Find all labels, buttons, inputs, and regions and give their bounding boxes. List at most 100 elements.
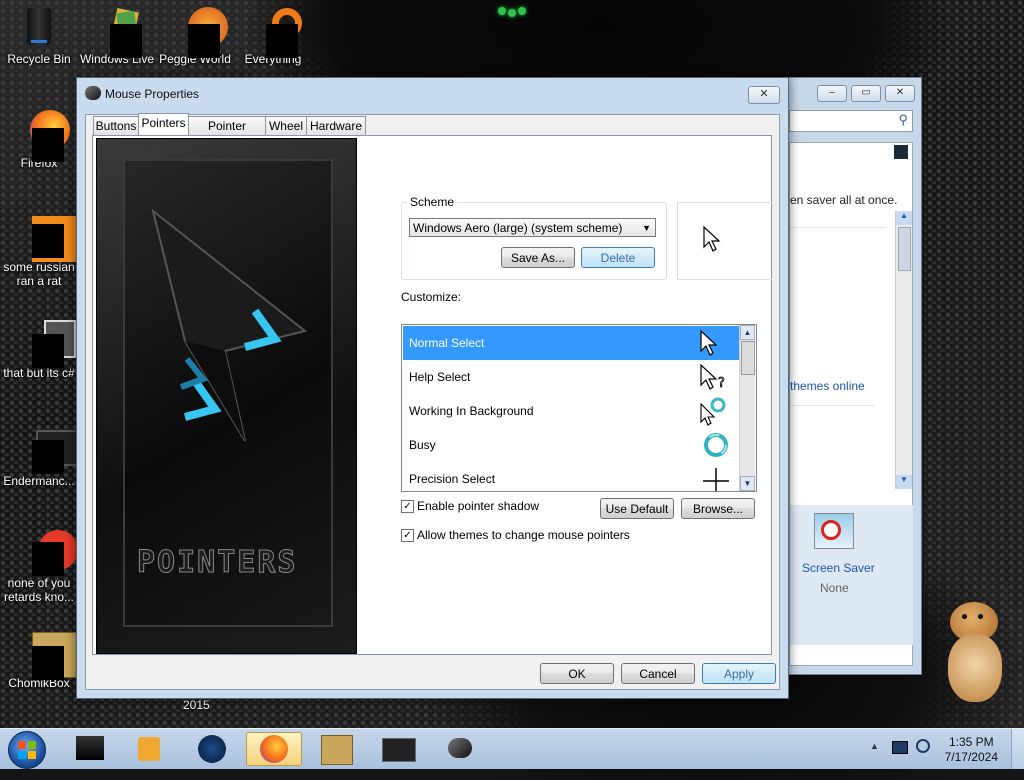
description-text: en saver all at once. (790, 193, 898, 207)
scroll-down-icon[interactable]: ▼ (740, 476, 755, 491)
taskbar-app-globe[interactable] (184, 732, 240, 766)
arrow-cursor-icon (703, 225, 721, 252)
taskbar-app-desktop[interactable] (62, 732, 118, 766)
scheme-selected: Windows Aero (large) (system scheme) (413, 221, 623, 235)
allow-themes-checkbox[interactable]: ✓ (401, 529, 414, 542)
desktop-icon-russian-rat[interactable]: some russian ran a rat (0, 214, 78, 288)
taskbar-app-chomikbox[interactable] (308, 732, 364, 766)
close-button[interactable]: ✕ (885, 85, 915, 102)
start-button[interactable] (8, 731, 46, 769)
taskbar-app-media-player[interactable] (122, 732, 178, 766)
app-icon (76, 736, 104, 760)
desktop-icon-windows-live[interactable]: Windows Live (78, 6, 156, 66)
tab-pointers[interactable]: Pointers (138, 113, 189, 136)
maximize-button[interactable]: ▭ (851, 85, 881, 102)
minimize-button[interactable]: – (817, 85, 847, 102)
app-icon (18, 530, 78, 576)
pointers-banner: POINTERS (96, 138, 357, 654)
use-default-button[interactable]: Use Default (600, 498, 674, 519)
file-icon (18, 214, 78, 262)
banner-frame: POINTERS (123, 159, 333, 627)
documents-icon (18, 320, 76, 368)
desktop-stray-label: 2015 (183, 698, 210, 712)
cancel-button[interactable]: Cancel (621, 663, 695, 684)
list-item[interactable]: Normal Select (403, 326, 739, 360)
list-item[interactable]: Busy (403, 428, 739, 462)
stylized-arrow-icon (151, 208, 308, 442)
network-icon[interactable] (892, 741, 908, 754)
firefox-icon (260, 735, 288, 763)
vertical-scrollbar[interactable]: ▲ ▼ (895, 211, 912, 489)
desktop-icon-chomikbox[interactable]: ChomikBox (0, 630, 80, 690)
scroll-up-icon[interactable]: ▲ (740, 325, 755, 340)
list-item[interactable]: Precision Select (403, 462, 739, 491)
list-item[interactable]: Help Select ? (403, 360, 739, 394)
status-led (508, 9, 516, 17)
search-input[interactable]: ⚲ (789, 110, 913, 132)
ok-button[interactable]: OK (540, 663, 614, 684)
desktop-icon-label: Recycle Bin (7, 52, 71, 66)
enable-shadow-checkbox[interactable]: ✓ (401, 500, 414, 513)
taskbar-app-mouse-properties[interactable] (432, 732, 488, 766)
enable-shadow-label: Enable pointer shadow (417, 499, 540, 513)
close-button[interactable]: ✕ (748, 86, 780, 104)
desktop-icon-label: none of you retards kno... (3, 576, 75, 604)
scroll-thumb[interactable] (741, 341, 755, 375)
media-player-icon (138, 737, 160, 761)
desktop-icon-label: that but its c# (3, 366, 75, 380)
chevron-down-icon: ▼ (642, 223, 651, 233)
scroll-thumb[interactable] (898, 227, 911, 271)
desktop-icon-endermanch[interactable]: Endermanc... (0, 428, 84, 488)
mouse-properties-dialog[interactable]: Mouse Properties ✕ Buttons Pointers Poin… (76, 77, 789, 699)
firefox-icon (18, 110, 70, 162)
desktop-icon-label: Endermanc... (3, 474, 75, 488)
desktop-icon-firefox[interactable]: Firefox (0, 110, 78, 170)
taskbar-app-window[interactable] (370, 732, 426, 766)
windows-live-icon (96, 6, 142, 58)
busy-ring-icon (704, 433, 728, 457)
list-item[interactable]: Working In Background (403, 394, 739, 428)
background-window[interactable]: – ▭ ✕ ⚲ en saver all at once. themes onl… (770, 77, 922, 675)
themes-online-link[interactable]: themes online (790, 379, 865, 393)
crosshair-icon (703, 468, 729, 491)
working-cursor-icon (700, 397, 726, 426)
tab-wheel[interactable]: Wheel (265, 116, 307, 135)
screen-saver-tile[interactable]: Screen Saver None (790, 505, 913, 645)
desktop-icon-csharp[interactable]: that but its c# (0, 320, 78, 380)
tab-hardware[interactable]: Hardware (306, 116, 366, 135)
scroll-up-icon[interactable]: ▲ (896, 211, 912, 225)
apply-button[interactable]: Apply (702, 663, 776, 684)
show-hidden-icons-icon[interactable]: ▲ (870, 741, 879, 751)
allow-themes-label: Allow themes to change mouse pointers (417, 528, 630, 542)
arrow-cursor-icon (700, 329, 718, 356)
taskbar: ▲ 1:35 PM 7/17/2024 (0, 728, 1024, 769)
screen-saver-label[interactable]: Screen Saver (802, 561, 875, 575)
help-cursor-icon: ? (700, 363, 725, 391)
show-desktop-button[interactable] (1011, 729, 1024, 769)
list-scrollbar[interactable]: ▲ ▼ (739, 325, 755, 491)
windows-logo-icon (18, 741, 36, 759)
taskbar-app-firefox[interactable] (246, 732, 302, 766)
scheme-dropdown[interactable]: Windows Aero (large) (system scheme) ▼ (409, 218, 656, 237)
hamster-gadget[interactable] (944, 596, 1006, 706)
scroll-down-icon[interactable]: ▼ (896, 475, 912, 489)
tab-pointer-options[interactable]: Pointer Options (188, 116, 266, 151)
everything-search-icon (252, 6, 302, 58)
dialog-title: Mouse Properties (105, 87, 200, 101)
system-clock[interactable]: 1:35 PM 7/17/2024 (945, 735, 998, 765)
desktop-icon-peggle-world[interactable]: Peggle World (156, 6, 234, 66)
desktop-icon-none-of-you[interactable]: none of you retards kno... (0, 530, 78, 604)
tab-buttons[interactable]: Buttons (93, 116, 139, 135)
volume-icon[interactable] (916, 739, 930, 753)
clock-date: 7/17/2024 (944, 750, 998, 764)
desktop-icon-recycle-bin[interactable]: Recycle Bin (0, 6, 78, 66)
desktop-icon-everything[interactable]: Everything (234, 6, 312, 66)
dialog-body: Buttons Pointers Pointer Options Wheel H… (85, 113, 780, 690)
save-as-button[interactable]: Save As... (501, 247, 575, 268)
customize-label: Customize: (401, 290, 462, 304)
delete-button[interactable]: Delete (581, 247, 655, 268)
recycle-bin-icon (18, 6, 60, 48)
browse-button[interactable]: Browse... (681, 498, 755, 519)
help-icon[interactable] (894, 145, 908, 159)
pointer-list[interactable]: Normal Select Help Select ? Working In B… (401, 324, 757, 492)
